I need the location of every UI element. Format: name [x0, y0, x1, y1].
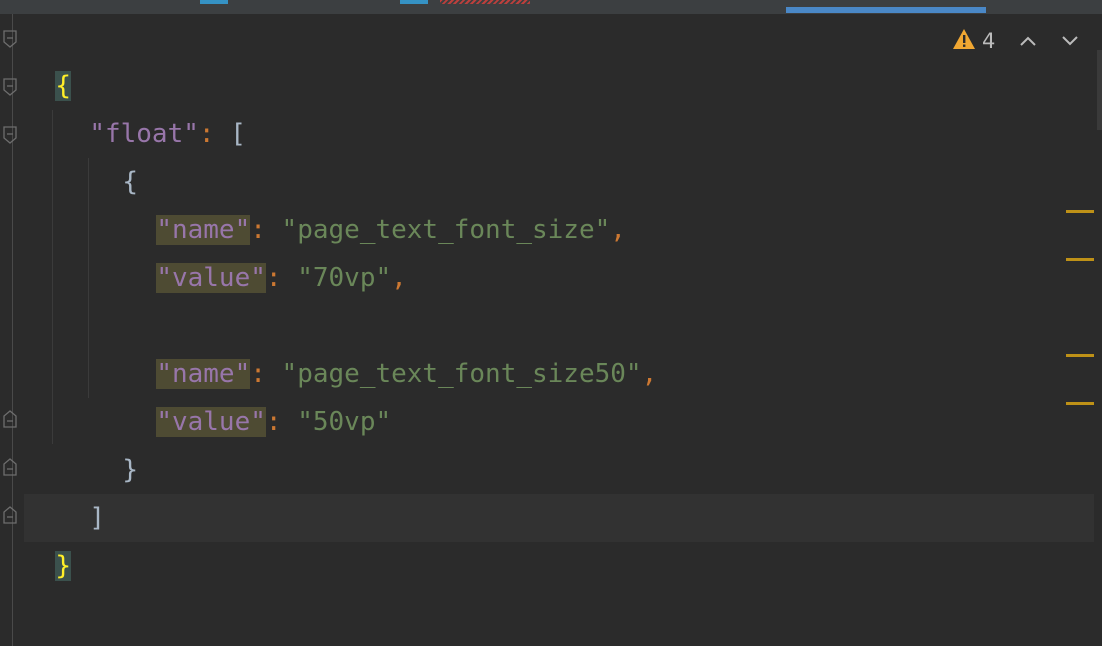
- warning-stripe-marker[interactable]: [1066, 258, 1094, 261]
- code-line[interactable]: }: [91, 398, 138, 446]
- previous-highlight-button[interactable]: [1015, 26, 1041, 56]
- active-tab-indicator[interactable]: [786, 7, 986, 13]
- indent-guide: [88, 158, 89, 398]
- code-line[interactable]: "value": "50vp": [125, 350, 391, 398]
- tab-error-underline: [440, 0, 530, 4]
- indent-guide: [52, 110, 53, 444]
- json-colon: :: [266, 263, 297, 293]
- open-bracket: [: [230, 119, 246, 149]
- tab-file-icon[interactable]: [400, 0, 428, 4]
- json-key: "value": [156, 407, 266, 437]
- close-bracket: ]: [89, 503, 105, 533]
- chevron-down-icon: [1061, 35, 1079, 47]
- tab-file-icon[interactable]: [200, 0, 228, 4]
- json-comma: ,: [610, 215, 626, 245]
- warning-icon: [952, 28, 976, 54]
- tab-bar: [0, 0, 1102, 14]
- fold-collapse-icon[interactable]: [3, 30, 17, 48]
- fold-end-icon[interactable]: [3, 458, 17, 476]
- code-line[interactable]: {: [24, 14, 71, 62]
- chevron-up-icon: [1019, 35, 1037, 47]
- next-highlight-button[interactable]: [1057, 26, 1083, 56]
- code-line[interactable]: "value": "70vp",: [125, 206, 407, 254]
- code-line[interactable]: ]: [58, 446, 105, 494]
- close-brace: }: [55, 551, 71, 581]
- gutter-divider: [12, 14, 13, 646]
- warning-stripe-marker[interactable]: [1066, 210, 1094, 213]
- json-colon: :: [266, 407, 297, 437]
- code-line[interactable]: }: [24, 494, 71, 542]
- scrollbar-thumb[interactable]: [1097, 50, 1102, 130]
- inspection-widget[interactable]: 4: [952, 26, 995, 56]
- json-comma: ,: [642, 359, 658, 389]
- current-line-highlight: [24, 494, 1094, 542]
- fold-collapse-icon[interactable]: [3, 78, 17, 96]
- json-comma: ,: [391, 263, 407, 293]
- json-colon: :: [199, 119, 230, 149]
- warning-stripe-marker[interactable]: [1066, 354, 1094, 357]
- warning-count: 4: [982, 29, 995, 53]
- code-line[interactable]: "float": [: [58, 62, 246, 110]
- code-line[interactable]: {: [91, 110, 138, 158]
- warning-stripe-marker[interactable]: [1066, 402, 1094, 405]
- code-line[interactable]: "name": "page_text_font_size50",: [125, 302, 657, 350]
- object-close-brace: }: [122, 455, 138, 485]
- fold-end-icon[interactable]: [3, 410, 17, 428]
- json-string-value: "70vp": [297, 263, 391, 293]
- fold-collapse-icon[interactable]: [3, 126, 17, 144]
- code-line[interactable]: "name": "page_text_font_size",: [125, 158, 626, 206]
- json-key: "value": [156, 263, 266, 293]
- fold-end-icon[interactable]: [3, 506, 17, 524]
- json-string-value: "50vp": [297, 407, 391, 437]
